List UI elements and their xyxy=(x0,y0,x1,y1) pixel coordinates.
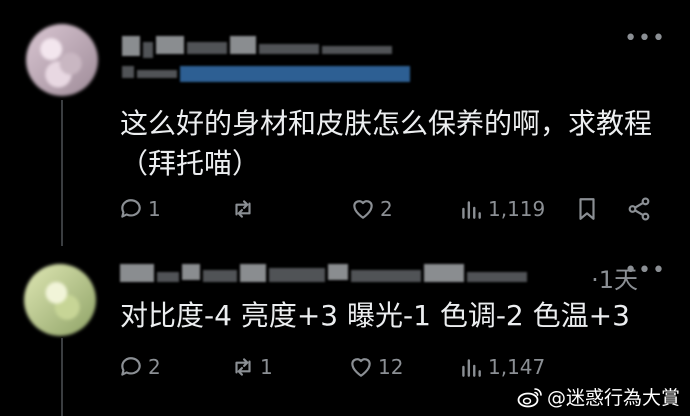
more-options-button[interactable]: ••• xyxy=(624,26,666,51)
bookmark-icon xyxy=(579,198,595,220)
like-count: 2 xyxy=(380,197,393,221)
more-dots-icon: ••• xyxy=(624,26,666,51)
avatar[interactable] xyxy=(24,264,96,336)
weibo-watermark: @迷惑行為大賞 xyxy=(517,383,680,410)
repost-arrows-icon xyxy=(235,358,251,376)
reply-button[interactable]: 1 xyxy=(118,196,161,222)
weibo-logo-icon xyxy=(517,387,542,407)
reply-button[interactable]: 2 xyxy=(118,354,161,380)
action-bar: 1 2 1,119 xyxy=(118,196,660,230)
repost-button[interactable]: 1 xyxy=(230,354,273,380)
blurred-handle xyxy=(122,66,410,82)
post-text-line1: 这么好的身材和皮肤怎么保养的啊，求教程 xyxy=(120,107,653,140)
thread-line xyxy=(61,338,63,416)
repost-button[interactable] xyxy=(230,196,260,222)
repost-count: 1 xyxy=(260,355,273,379)
more-options-button[interactable]: ••• xyxy=(624,258,666,283)
bar-chart-icon xyxy=(462,359,481,377)
heart-icon xyxy=(351,358,371,377)
avatar[interactable] xyxy=(26,24,98,96)
share-button[interactable] xyxy=(626,196,652,222)
post-text: 这么好的身材和皮肤怎么保养的啊，求教程 （拜托喵） xyxy=(120,104,660,184)
post-text-line2: （拜托喵） xyxy=(120,147,261,180)
like-count: 12 xyxy=(378,355,404,379)
more-dots-icon: ••• xyxy=(624,258,666,283)
bar-chart-icon xyxy=(462,201,481,219)
reply-count: 1 xyxy=(148,197,161,221)
post-text: 对比度-4 亮度+3 曝光-1 色调-2 色温+3 xyxy=(120,299,630,332)
watermark-text: @迷惑行為大賞 xyxy=(546,387,680,409)
like-button[interactable]: 2 xyxy=(350,196,393,222)
speech-bubble-icon xyxy=(121,199,141,218)
thread-line xyxy=(61,100,63,246)
views-count: 1,119 xyxy=(488,197,546,221)
reply-count: 2 xyxy=(148,355,161,379)
views-button[interactable]: 1,119 xyxy=(458,196,545,222)
repost-arrows-icon xyxy=(235,200,251,218)
bookmark-button[interactable] xyxy=(574,196,600,222)
views-count: 1,147 xyxy=(488,355,546,379)
speech-bubble-icon xyxy=(121,357,141,376)
blurred-username xyxy=(120,264,527,282)
reply-post-1: ••• 这么好的身材和皮肤怎么保养的啊，求教程 （拜托喵） 1 2 1,119 xyxy=(0,0,690,246)
like-button[interactable]: 12 xyxy=(348,354,403,380)
heart-icon xyxy=(353,200,373,219)
views-button[interactable]: 1,147 xyxy=(458,354,545,380)
share-icon xyxy=(628,197,650,221)
blurred-username xyxy=(122,36,392,58)
